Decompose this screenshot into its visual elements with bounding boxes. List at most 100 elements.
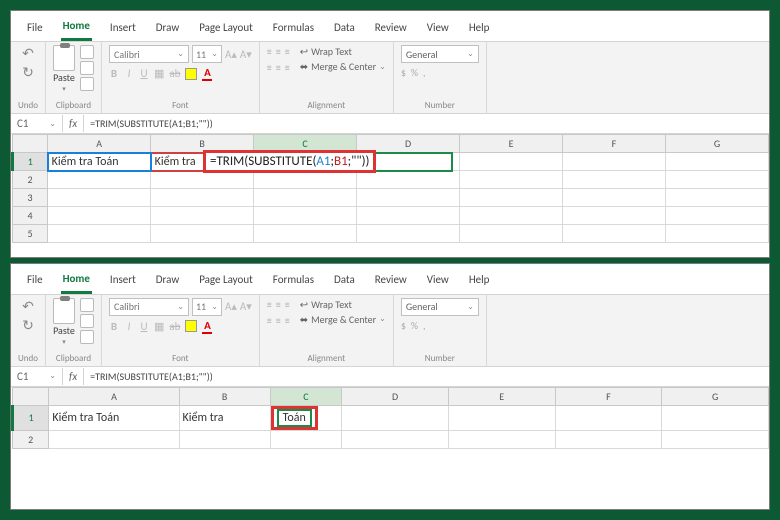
cell[interactable] [151,189,254,207]
align-top-icon[interactable]: ≡ [267,298,272,311]
cell[interactable] [563,171,666,189]
cell[interactable] [342,430,449,448]
cell-f1[interactable] [563,153,666,171]
format-painter-icon[interactable] [80,77,94,91]
fill-color-button[interactable] [185,68,197,80]
tab-formulas[interactable]: Formulas [271,17,316,40]
cell[interactable] [357,171,460,189]
cell[interactable] [448,430,555,448]
tab-page-layout[interactable]: Page Layout [197,17,255,40]
cell-b1[interactable]: Kiểm tra [179,405,270,430]
cell[interactable] [49,430,179,448]
tab-page-layout[interactable]: Page Layout [197,269,255,292]
font-name-select[interactable]: Calibri⌄ [109,45,189,63]
underline-button[interactable]: U [139,320,149,333]
cell-a1[interactable]: Kiểm tra Toán [48,153,151,171]
cell[interactable] [460,171,563,189]
copy-icon[interactable] [80,314,94,328]
bold-button[interactable]: B [109,320,119,333]
cell-a1[interactable]: Kiểm tra Toán [49,405,179,430]
col-header-g[interactable]: G [665,135,768,153]
name-box[interactable]: C1⌄ [11,115,63,132]
align-right-icon[interactable]: ≡ [285,61,290,74]
row-header-2[interactable]: 2 [13,171,48,189]
select-all-corner[interactable] [13,135,48,153]
align-top-icon[interactable]: ≡ [267,45,272,58]
tab-insert[interactable]: Insert [108,269,138,292]
tab-file[interactable]: File [25,17,45,40]
align-left-icon[interactable]: ≡ [267,314,272,327]
border-button[interactable]: ▦ [154,320,164,333]
cell[interactable] [270,430,342,448]
col-header-f[interactable]: F [555,387,662,405]
col-header-a[interactable]: A [48,135,151,153]
redo-icon[interactable]: ↻ [22,64,34,81]
align-bottom-icon[interactable]: ≡ [285,298,290,311]
italic-button[interactable]: I [124,67,134,80]
tab-formulas[interactable]: Formulas [271,269,316,292]
cell-c1[interactable]: Toán [270,405,342,430]
undo-icon[interactable]: ↶ [22,45,34,62]
font-size-select[interactable]: 11⌄ [192,298,222,316]
redo-icon[interactable]: ↻ [22,317,34,334]
col-header-d[interactable]: D [342,387,449,405]
tab-data[interactable]: Data [332,269,357,292]
align-center-icon[interactable]: ≡ [276,61,281,74]
cell[interactable] [48,207,151,225]
paste-button[interactable]: Paste ▾ [53,45,75,93]
cell[interactable] [357,207,460,225]
row-header-4[interactable]: 4 [13,207,48,225]
align-right-icon[interactable]: ≡ [285,314,290,327]
fill-color-button[interactable] [185,320,197,332]
align-middle-icon[interactable]: ≡ [276,45,281,58]
cell[interactable] [357,189,460,207]
row-header-5[interactable]: 5 [13,225,48,243]
cell[interactable] [48,171,151,189]
tab-home[interactable]: Home [61,15,92,41]
cell-f1[interactable] [555,405,662,430]
col-header-b[interactable]: B [179,387,270,405]
italic-button[interactable]: I [124,320,134,333]
cell[interactable] [662,430,769,448]
strike-button[interactable]: ab [169,320,180,333]
cell[interactable] [665,189,768,207]
percent-button[interactable]: % [411,319,418,332]
row-header-1[interactable]: 1 [13,405,49,430]
row-header-2[interactable]: 2 [13,430,49,448]
font-name-select[interactable]: Calibri⌄ [109,298,189,316]
cell-e1[interactable] [460,153,563,171]
cell[interactable] [460,189,563,207]
cell[interactable] [254,171,357,189]
worksheet-grid[interactable]: A B C D E F G 1 Kiểm tra Toán Kiểm tra T… [11,387,769,510]
underline-button[interactable]: U [139,67,149,80]
align-middle-icon[interactable]: ≡ [276,298,281,311]
font-color-button[interactable]: A [202,319,212,334]
tab-data[interactable]: Data [332,17,357,40]
number-format-select[interactable]: General⌄ [401,298,479,316]
cell[interactable] [665,207,768,225]
align-left-icon[interactable]: ≡ [267,61,272,74]
cut-icon[interactable] [80,45,94,59]
cell[interactable] [254,189,357,207]
tab-insert[interactable]: Insert [108,17,138,40]
col-header-e[interactable]: E [448,387,555,405]
font-size-select[interactable]: 11⌄ [192,45,222,63]
wrap-text-button[interactable]: ↩Wrap Text [300,298,386,311]
cell-g1[interactable] [662,405,769,430]
tab-draw[interactable]: Draw [154,269,181,292]
cell[interactable] [151,225,254,243]
fx-icon[interactable]: fx [63,368,84,385]
worksheet-grid[interactable]: A B C D E F G 1 Kiểm tra Toán Kiểm tra 2… [11,134,769,257]
col-header-c[interactable]: C [270,387,342,405]
formula-bar-text[interactable]: =TRIM(SUBSTITUTE(A1;B1;"")) [84,115,219,132]
cell[interactable] [254,225,357,243]
decrease-font-icon[interactable]: A▾ [240,300,252,313]
cell-g1[interactable] [665,153,768,171]
tab-help[interactable]: Help [467,17,492,40]
row-header-1[interactable]: 1 [13,153,48,171]
merge-center-button[interactable]: ⬌Merge & Center⌄ [300,313,386,326]
cell[interactable] [48,225,151,243]
percent-button[interactable]: % [411,66,418,79]
align-center-icon[interactable]: ≡ [276,314,281,327]
col-header-a[interactable]: A [49,387,179,405]
